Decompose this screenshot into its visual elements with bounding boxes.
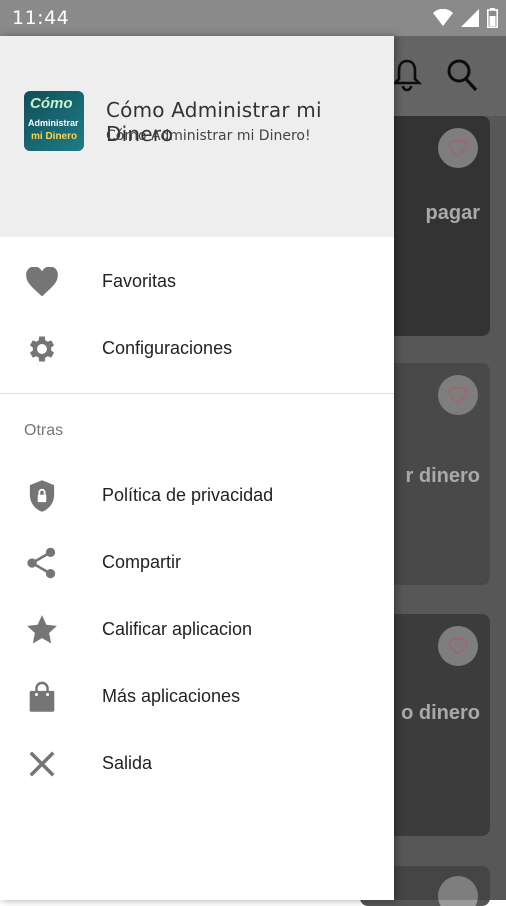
navigation-drawer: Cómo Administrar mi Dinero Cómo Administ… xyxy=(0,36,394,900)
app-subtitle: Cómo Administrar mi Dinero! xyxy=(106,128,311,144)
heart-icon xyxy=(26,267,58,297)
drawer-header: Cómo Administrar mi Dinero Cómo Administ… xyxy=(0,36,394,237)
status-bar: 11:44 xyxy=(0,0,506,36)
menu-item-salida[interactable]: Salida xyxy=(0,732,394,796)
menu-item-configuraciones[interactable]: Configuraciones xyxy=(0,317,394,381)
shopping-bag-icon xyxy=(29,681,55,712)
menu-item-favoritas[interactable]: Favoritas xyxy=(0,250,394,314)
gear-icon xyxy=(29,336,55,362)
menu-item-label: Salida xyxy=(102,753,153,773)
menu-item-mas-aplicaciones[interactable]: Más aplicaciones xyxy=(0,665,394,729)
menu-item-label: Configuraciones xyxy=(102,338,233,358)
shield-lock-icon xyxy=(29,480,55,512)
star-icon xyxy=(27,615,57,644)
close-icon xyxy=(29,751,55,777)
status-time: 11:44 xyxy=(12,7,70,29)
menu-item-label: Favoritas xyxy=(102,271,177,291)
menu-item-politica-privacidad[interactable]: Política de privacidad xyxy=(0,464,394,528)
menu-item-label: Política de privacidad xyxy=(102,485,274,505)
menu-item-label: Más aplicaciones xyxy=(102,686,241,706)
section-header-otras: Otras xyxy=(24,422,64,439)
app-logo: Cómo Administrar mi Dinero xyxy=(24,91,84,151)
menu-item-calificar[interactable]: Calificar aplicacion xyxy=(0,598,394,662)
menu-item-label: Compartir xyxy=(102,552,182,572)
menu-item-compartir[interactable]: Compartir xyxy=(0,531,394,595)
wifi-icon xyxy=(433,9,453,26)
menu-item-label: Calificar aplicacion xyxy=(102,619,253,639)
signal-icon xyxy=(461,9,479,27)
drawer-divider xyxy=(0,393,394,394)
share-icon xyxy=(27,547,56,579)
battery-icon xyxy=(487,8,498,28)
